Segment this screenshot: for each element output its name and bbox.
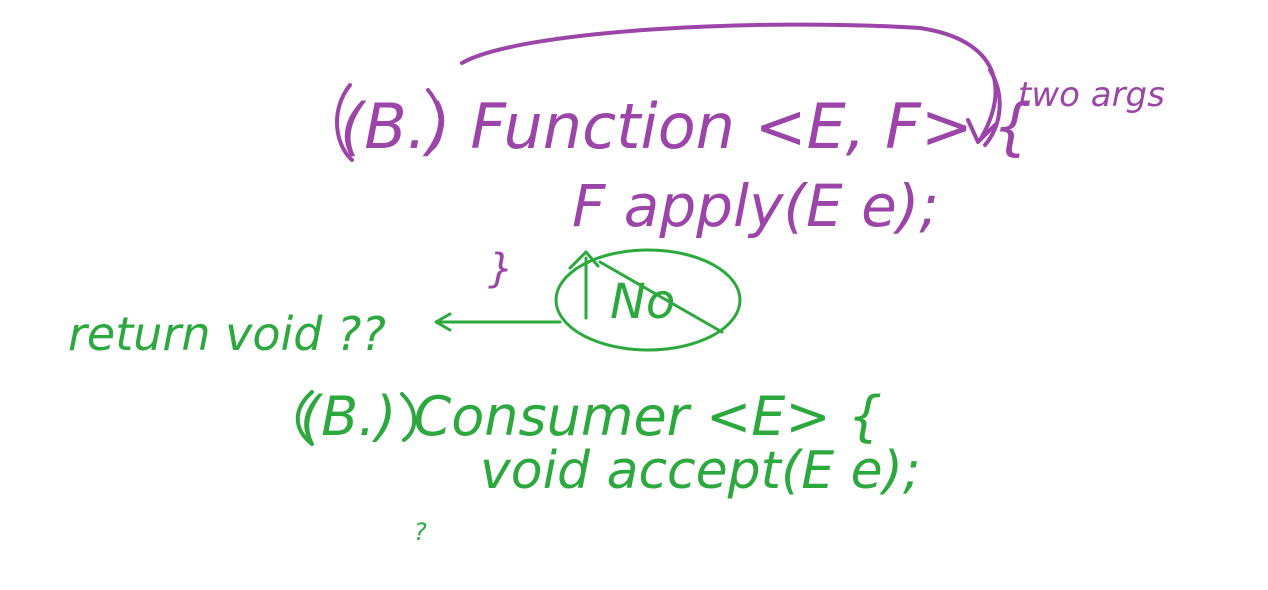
no-label-text: No: [610, 274, 675, 330]
no-up-arrow: [568, 250, 600, 320]
two-args-text: two args: [1018, 75, 1165, 115]
function-decl-text: (B.) Function <E, F> {: [340, 90, 1032, 163]
stray-mark-text: ?: [414, 518, 427, 546]
apply-line-text: F apply(E e);: [572, 172, 939, 240]
accept-line-text: void accept(E e);: [480, 441, 920, 501]
closing-brace-text: }: [488, 246, 513, 292]
whiteboard-canvas: (B.) Function <E, F> { two args F apply(…: [0, 0, 1268, 590]
return-void-text: return void ??: [68, 307, 386, 361]
consumer-decl-text: (B.) Consumer <E> {: [300, 385, 882, 448]
